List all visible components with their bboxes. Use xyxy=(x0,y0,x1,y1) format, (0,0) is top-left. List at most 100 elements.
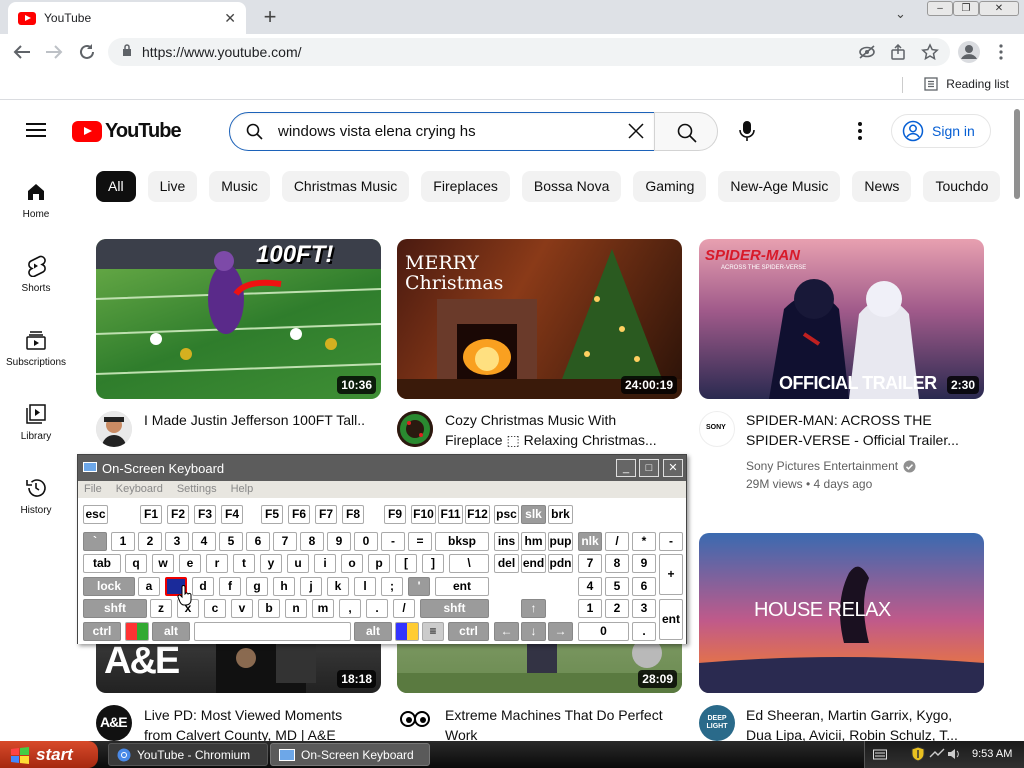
osk-key[interactable]: 0 xyxy=(578,622,629,641)
restore-window-button[interactable]: ❐ xyxy=(953,1,979,16)
osk-key[interactable]: 7 xyxy=(578,554,602,573)
osk-key[interactable]: end xyxy=(521,554,546,573)
osk-key[interactable]: 5 xyxy=(605,577,629,596)
security-shield-icon[interactable] xyxy=(911,746,925,762)
osk-key[interactable]: tab xyxy=(83,554,121,573)
osk-key[interactable]: hm xyxy=(521,532,546,551)
osk-key[interactable]: → xyxy=(548,622,573,641)
osk-key[interactable]: c xyxy=(204,599,226,618)
chip-live[interactable]: Live xyxy=(147,171,198,202)
osk-key[interactable]: ↓ xyxy=(521,622,546,641)
osk-key[interactable]: t xyxy=(233,554,255,573)
osk-close-button[interactable]: ✕ xyxy=(663,459,683,477)
hamburger-menu-icon[interactable] xyxy=(26,123,46,137)
channel-avatar[interactable] xyxy=(96,411,132,447)
network-icon[interactable] xyxy=(929,747,945,761)
osk-key[interactable]: . xyxy=(366,599,388,618)
osk-key[interactable]: * xyxy=(632,532,656,551)
osk-key[interactable]: 6 xyxy=(632,577,656,596)
guide-item-library[interactable]: Library xyxy=(0,403,72,442)
channel-name-row[interactable]: Sony Pictures Entertainment xyxy=(746,457,916,475)
osk-key[interactable]: shft xyxy=(420,599,489,618)
osk-key[interactable]: i xyxy=(314,554,336,573)
channel-avatar[interactable] xyxy=(397,705,433,741)
reload-icon[interactable] xyxy=(77,42,97,62)
osk-key[interactable]: n xyxy=(285,599,307,618)
osk-key[interactable]: q xyxy=(125,554,147,573)
osk-key[interactable]: / xyxy=(393,599,415,618)
taskbar-clock[interactable]: 9:53 AM xyxy=(972,748,1012,760)
guide-item-history[interactable]: History xyxy=(0,477,72,516)
video-thumbnail[interactable]: MERRY Christmas 24:00:19 xyxy=(397,239,682,399)
osk-key[interactable]: u xyxy=(287,554,309,573)
osk-key[interactable]: del xyxy=(494,554,519,573)
osk-menu-settings[interactable]: Settings xyxy=(177,481,217,498)
osk-key[interactable]: + xyxy=(659,554,683,595)
search-button[interactable] xyxy=(654,112,718,151)
voice-search-button[interactable] xyxy=(728,112,766,150)
osk-key[interactable]: - xyxy=(659,532,683,551)
browser-menu-icon[interactable] xyxy=(998,44,1004,60)
video-title[interactable]: I Made Justin Jefferson 100FT Tall.. xyxy=(144,410,369,430)
osk-key[interactable]: b xyxy=(258,599,280,618)
osk-key[interactable]: 9 xyxy=(327,532,351,551)
osk-maximize-button[interactable]: □ xyxy=(639,459,659,477)
osk-key[interactable]: d xyxy=(192,577,214,596)
osk-key[interactable]: / xyxy=(605,532,629,551)
osk-key[interactable]: 1 xyxy=(111,532,135,551)
osk-key-space[interactable] xyxy=(194,622,351,641)
search-input[interactable]: windows vista elena crying hs xyxy=(278,123,476,140)
osk-key[interactable]: \ xyxy=(449,554,489,573)
guide-item-subscriptions[interactable]: Subscriptions xyxy=(0,329,72,368)
osk-key[interactable]: y xyxy=(260,554,282,573)
osk-key[interactable]: alt xyxy=(354,622,392,641)
osk-key[interactable]: bksp xyxy=(435,532,489,551)
osk-key[interactable]: m xyxy=(312,599,334,618)
osk-key[interactable]: h xyxy=(273,577,295,596)
chip-gaming[interactable]: Gaming xyxy=(633,171,707,202)
osk-key[interactable]: = xyxy=(408,532,432,551)
chip-bossa-nova[interactable]: Bossa Nova xyxy=(521,171,622,202)
reading-list-button[interactable]: Reading list xyxy=(902,77,1009,93)
osk-key[interactable]: ent xyxy=(435,577,489,596)
osk-key[interactable]: , xyxy=(339,599,361,618)
bookmark-star-icon[interactable] xyxy=(921,43,939,61)
osk-key[interactable]: 6 xyxy=(246,532,270,551)
osk-key[interactable]: brk xyxy=(548,505,573,524)
osk-key[interactable]: 7 xyxy=(273,532,297,551)
osk-key[interactable]: ; xyxy=(381,577,403,596)
osk-key[interactable]: 2 xyxy=(605,599,629,618)
chip-fireplaces[interactable]: Fireplaces xyxy=(421,171,510,202)
osk-key[interactable]: 1 xyxy=(578,599,602,618)
osk-key[interactable]: k xyxy=(327,577,349,596)
osk-key[interactable]: a xyxy=(138,577,160,596)
volume-icon[interactable] xyxy=(947,747,961,761)
osk-key[interactable]: F2 xyxy=(167,505,189,524)
osk-key[interactable]: ctrl xyxy=(83,622,121,641)
osk-key[interactable]: 2 xyxy=(138,532,162,551)
clear-search-icon[interactable] xyxy=(628,123,644,139)
osk-key[interactable]: - xyxy=(381,532,405,551)
osk-key[interactable]: nlk xyxy=(578,532,602,551)
settings-menu-icon[interactable] xyxy=(858,122,864,143)
start-button[interactable]: start xyxy=(0,741,98,768)
osk-key[interactable]: 8 xyxy=(605,554,629,573)
osk-minimize-button[interactable]: _ xyxy=(616,459,636,477)
osk-key[interactable]: ` xyxy=(83,532,107,551)
back-arrow-icon[interactable] xyxy=(12,43,32,61)
sign-in-button[interactable]: Sign in xyxy=(891,114,991,148)
osk-key[interactable]: F6 xyxy=(288,505,310,524)
osk-key[interactable]: g xyxy=(246,577,268,596)
osk-key[interactable]: v xyxy=(231,599,253,618)
osk-menu-keyboard[interactable]: Keyboard xyxy=(116,481,163,498)
osk-key[interactable]: 8 xyxy=(300,532,324,551)
osk-key[interactable]: r xyxy=(206,554,228,573)
page-scrollbar[interactable] xyxy=(1010,101,1024,741)
osk-key[interactable]: 4 xyxy=(578,577,602,596)
chip-music[interactable]: Music xyxy=(209,171,270,202)
windows-key-icon[interactable] xyxy=(125,622,149,641)
video-title[interactable]: Cozy Christmas Music With Fireplace ⬚ Re… xyxy=(445,410,670,450)
share-icon[interactable] xyxy=(890,44,906,60)
close-window-button[interactable]: ✕ xyxy=(979,1,1019,16)
channel-name[interactable]: Sony Pictures Entertainment xyxy=(746,457,898,475)
